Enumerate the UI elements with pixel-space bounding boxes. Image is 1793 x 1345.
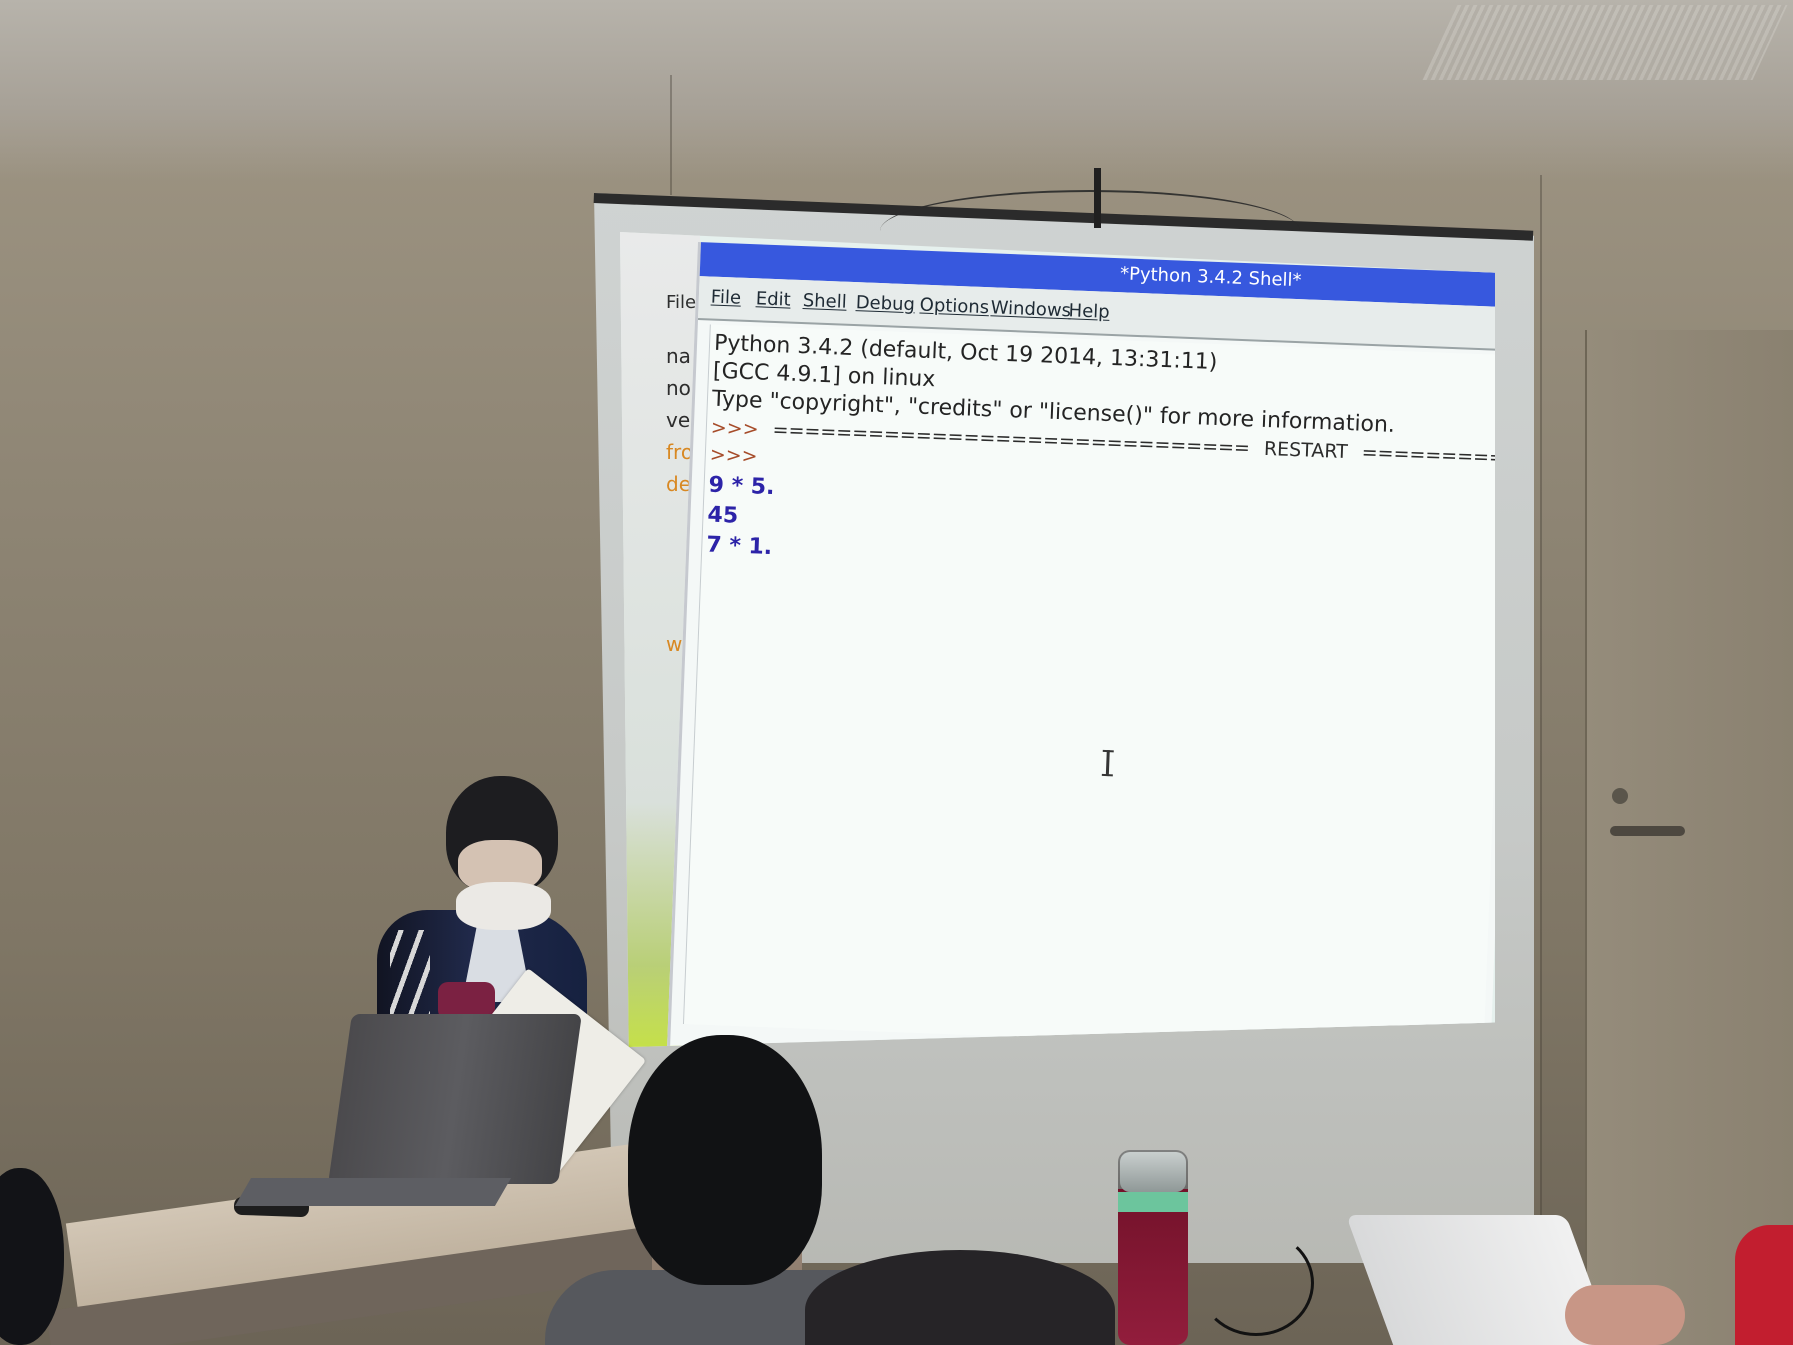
door: [1585, 330, 1793, 1345]
ceiling-vent: [1422, 5, 1788, 80]
cable: [1198, 1230, 1314, 1336]
door-knob: [1612, 788, 1628, 804]
menu-edit[interactable]: Edit: [755, 288, 791, 310]
restart-label: RESTART: [1263, 437, 1349, 464]
shell-output-area[interactable]: Python 3.4.2 (default, Oct 19 2014, 13:3…: [682, 324, 1495, 1047]
projected-desktop: File na no ve fro de wh *Python 3.4.2 Sh…: [620, 232, 1495, 1047]
wall-panel-line: [670, 75, 672, 195]
presentation-room-photo: File na no ve fro de wh *Python 3.4.2 Sh…: [0, 0, 1793, 1345]
water-bottle-cap: [1120, 1152, 1186, 1192]
restart-rule-tail: =========================: [1361, 441, 1495, 479]
audience-head: [628, 1035, 822, 1285]
menu-help[interactable]: Help: [1068, 300, 1110, 323]
audience-head-bottom: [805, 1250, 1115, 1345]
shell-title: *Python 3.4.2 Shell*: [1119, 263, 1302, 292]
wall-panel-line: [1540, 175, 1542, 1335]
background-editor-file-menu[interactable]: File: [666, 292, 696, 313]
restart-prompt: >>>: [710, 416, 760, 441]
shell-input-line: 9 * 5.: [708, 472, 775, 501]
water-bottle-band: [1118, 1192, 1188, 1212]
presenter-laptop-base: [234, 1178, 512, 1206]
shell-prompt: >>>: [709, 443, 758, 468]
screen-hanger-stem: [1094, 168, 1101, 228]
python-shell-window: *Python 3.4.2 Shell* File Edit Shell Deb…: [667, 242, 1495, 1047]
menu-options[interactable]: Options: [919, 295, 989, 319]
face-mask: [456, 882, 551, 930]
menu-file[interactable]: File: [710, 287, 741, 309]
menu-debug[interactable]: Debug: [855, 292, 915, 315]
hand: [1565, 1285, 1685, 1345]
shell-result-line: 45: [707, 502, 739, 529]
shell-input-line: 7 * 1.: [705, 532, 773, 561]
menu-shell[interactable]: Shell: [802, 290, 847, 313]
menu-windows[interactable]: Windows: [990, 297, 1071, 321]
door-handle: [1610, 826, 1685, 836]
text-cursor-icon: [1105, 750, 1110, 777]
presenter-laptop-lid: [328, 1014, 582, 1184]
red-jacket: [1735, 1225, 1793, 1345]
